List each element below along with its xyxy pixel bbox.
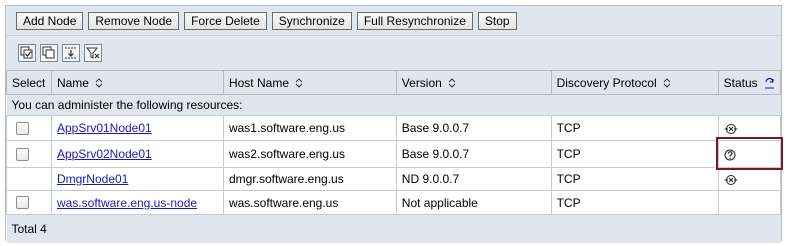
synchronized-icon <box>724 174 738 185</box>
version-cell: Not applicable <box>395 190 552 215</box>
sort-icon[interactable] <box>663 78 671 89</box>
protocol-cell: TCP <box>550 167 719 191</box>
host-column-header[interactable]: Host Name <box>222 70 397 95</box>
host-cell: dmgr.software.eng.us <box>222 167 397 191</box>
deselect-all-icon <box>42 46 55 59</box>
select-cell <box>6 167 52 191</box>
host-cell: was2.software.eng.us <box>222 140 397 168</box>
status-cell <box>717 190 782 215</box>
host-header-label: Host Name <box>228 75 289 90</box>
clear-filter-button[interactable] <box>84 44 102 62</box>
table-row: DmgrNode01 dmgr.software.eng.us ND 9.0.0… <box>6 167 782 191</box>
table-icon-toolbar <box>6 36 781 70</box>
protocol-cell: TCP <box>550 115 719 141</box>
info-text: You can administer the following resourc… <box>6 94 781 116</box>
full-resynchronize-button[interactable]: Full Resynchronize <box>356 11 473 30</box>
nodes-table: Select Name Host Name Version Discovery … <box>6 70 782 243</box>
nodes-collection-panel: Add Node Remove Node Force Delete Synchr… <box>5 5 782 243</box>
total-row: Total 4 <box>6 214 781 243</box>
select-all-button[interactable] <box>18 44 36 62</box>
select-cell <box>6 190 52 215</box>
status-cell <box>717 167 782 191</box>
version-cell: Base 9.0.0.7 <box>395 115 552 141</box>
unknown-status-icon <box>724 149 736 161</box>
name-cell: DmgrNode01 <box>50 167 224 191</box>
show-filter-button[interactable] <box>62 44 80 62</box>
name-header-label: Name <box>56 75 89 90</box>
clear-filter-icon <box>86 47 100 59</box>
deselect-all-button[interactable] <box>40 44 58 62</box>
table-row: AppSrv01Node01 was1.software.eng.us Base… <box>6 115 782 141</box>
version-cell: Base 9.0.0.7 <box>395 140 552 168</box>
remove-node-button[interactable]: Remove Node <box>88 11 180 30</box>
row-checkbox[interactable] <box>16 121 29 135</box>
action-toolbar: Add Node Remove Node Force Delete Synchr… <box>6 6 781 36</box>
protocol-cell: TCP <box>550 140 719 168</box>
table-row: was.software.eng.us-node was.software.en… <box>6 190 782 215</box>
table-row: AppSrv02Node01 was2.software.eng.us Base… <box>6 140 782 168</box>
select-cell <box>6 115 52 141</box>
version-header-label: Version <box>401 75 442 90</box>
status-cell <box>717 140 782 168</box>
host-cell: was1.software.eng.us <box>222 115 397 141</box>
name-cell: AppSrv01Node01 <box>50 115 224 141</box>
select-column-header: Select <box>6 70 52 95</box>
select-all-icon <box>20 46 33 59</box>
table-header-row: Select Name Host Name Version Discovery … <box>6 70 782 95</box>
row-checkbox[interactable] <box>16 147 29 161</box>
show-filter-icon <box>65 47 77 59</box>
add-node-button[interactable]: Add Node <box>16 11 84 30</box>
total-count: Total 4 <box>6 214 781 243</box>
status-cell <box>717 115 782 141</box>
node-name-link[interactable]: AppSrv02Node01 <box>57 147 152 161</box>
info-row: You can administer the following resourc… <box>6 94 781 116</box>
synchronized-icon <box>724 123 738 134</box>
sort-icon[interactable] <box>448 78 456 89</box>
synchronize-button[interactable]: Synchronize <box>271 11 352 30</box>
refresh-status-icon[interactable] <box>764 77 775 89</box>
status-header-label: Status <box>723 75 758 90</box>
version-cell: ND 9.0.0.7 <box>395 167 552 191</box>
protocol-column-header[interactable]: Discovery Protocol <box>550 70 719 95</box>
node-name-link[interactable]: AppSrv01Node01 <box>57 121 152 135</box>
sort-icon[interactable] <box>295 78 303 89</box>
name-column-header[interactable]: Name <box>50 70 224 95</box>
host-cell: was.software.eng.us <box>222 190 397 215</box>
status-column-header[interactable]: Status <box>717 70 782 95</box>
version-column-header[interactable]: Version <box>395 70 552 95</box>
sort-icon[interactable] <box>95 78 103 89</box>
node-name-link[interactable]: DmgrNode01 <box>57 172 128 186</box>
protocol-cell: TCP <box>550 190 719 215</box>
select-cell <box>6 140 52 168</box>
name-cell: was.software.eng.us-node <box>50 190 224 215</box>
name-cell: AppSrv02Node01 <box>50 140 224 168</box>
stop-button[interactable]: Stop <box>477 11 517 30</box>
protocol-header-label: Discovery Protocol <box>556 75 657 90</box>
node-name-link[interactable]: was.software.eng.us-node <box>57 196 197 210</box>
row-checkbox[interactable] <box>16 196 29 209</box>
force-delete-button[interactable]: Force Delete <box>184 11 267 30</box>
